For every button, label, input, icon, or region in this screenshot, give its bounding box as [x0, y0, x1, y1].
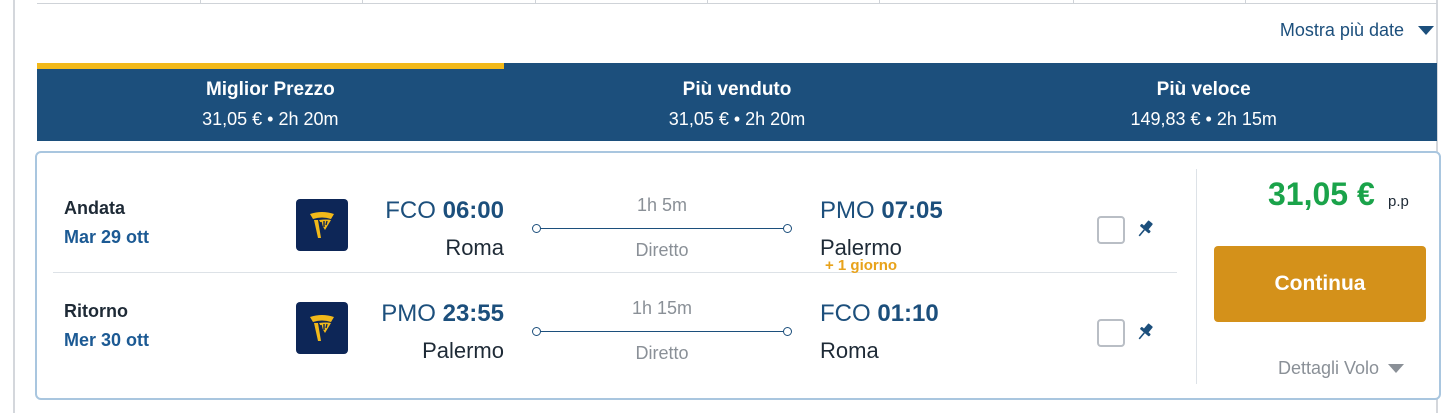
departure-city: Palermo [422, 338, 504, 363]
origin-dot [532, 327, 541, 336]
tab-subtitle: 31,05 € • 2h 20m [202, 108, 339, 129]
destination-dot [783, 224, 792, 233]
flight-details-toggle[interactable]: Dettagli Volo [1278, 358, 1405, 379]
select-flight-checkbox[interactable] [1097, 216, 1125, 244]
select-flight-checkbox[interactable] [1097, 319, 1125, 347]
stops-label: Diretto [635, 343, 689, 363]
arrival-airport-code: PMO [820, 197, 875, 224]
leg-date: Mar 29 ott [64, 227, 150, 247]
more-dates-label: Mostra più date [1279, 20, 1404, 40]
price: 31,05 € [1268, 176, 1375, 212]
route-line: 1h 15m Diretto [532, 298, 792, 368]
arrival-airport-code: FCO [820, 300, 871, 327]
tab-title: Più venduto [682, 78, 792, 100]
route-connector [536, 331, 788, 332]
departure: FCO 06:00 Roma [385, 197, 504, 261]
origin-dot [532, 224, 541, 233]
departure-time: 23:55 [442, 300, 504, 327]
tab-best-seller[interactable]: Più venduto 31,05 € • 2h 20m [504, 63, 971, 141]
left-border [13, 0, 15, 413]
chevron-down-icon [1388, 364, 1405, 373]
arrival-time: 01:10 [877, 300, 939, 327]
flight-duration: 1h 15m [631, 298, 693, 318]
date-strip-bottom [37, 0, 1437, 4]
page: Mostra più date Miglior Prezzo 31,05 € •… [0, 0, 1448, 413]
leg-divider [53, 272, 1177, 273]
arrival: PMO 07:05 Palermo [820, 197, 943, 261]
next-day-badge: + 1 giorno [825, 257, 898, 274]
airline-logo [296, 302, 348, 354]
price-unit: p.p [1388, 193, 1409, 210]
tab-title: Più veloce [1156, 78, 1251, 100]
flight-result-card: Andata Mar 29 ott FCO 06:00 Roma 1h 5m D… [35, 151, 1441, 400]
pin-icon[interactable] [1133, 217, 1157, 241]
route-connector [536, 228, 788, 229]
outbound-leg: Andata Mar 29 ott FCO 06:00 Roma 1h 5m D… [37, 171, 1197, 276]
date-separator [362, 0, 363, 4]
arrival-time: 07:05 [881, 197, 943, 224]
departure-time: 06:00 [442, 197, 504, 224]
pin-icon[interactable] [1133, 320, 1157, 344]
tab-subtitle: 149,83 € • 2h 15m [1130, 108, 1277, 129]
stops-label: Diretto [635, 240, 689, 260]
date-separator [1245, 0, 1246, 4]
date-separator [707, 0, 708, 4]
sort-tabs: Miglior Prezzo 31,05 € • 2h 20m Più vend… [37, 63, 1437, 141]
tab-subtitle: 31,05 € • 2h 20m [668, 108, 806, 129]
more-dates-link[interactable]: Mostra più date [1280, 20, 1434, 41]
return-leg: Ritorno Mer 30 ott PMO 23:55 Palermo 1h … [37, 274, 1197, 379]
leg-label: Andata [64, 198, 126, 218]
arrival: FCO 01:10 Roma [820, 300, 939, 364]
airline-logo [296, 199, 348, 251]
details-label: Dettagli Volo [1278, 358, 1380, 378]
harp-icon [310, 212, 334, 238]
date-separator [1073, 0, 1074, 4]
leg-label: Ritorno [64, 301, 128, 321]
harp-icon [310, 315, 334, 341]
date-separator [200, 0, 201, 4]
departure: PMO 23:55 Palermo [381, 300, 504, 364]
tab-title: Miglior Prezzo [205, 78, 335, 100]
tab-fastest[interactable]: Più veloce 149,83 € • 2h 15m [970, 63, 1437, 141]
destination-dot [783, 327, 792, 336]
date-separator [879, 0, 880, 4]
route-line: 1h 5m Diretto [532, 195, 792, 265]
tab-best-price[interactable]: Miglior Prezzo 31,05 € • 2h 20m [37, 63, 504, 141]
continue-button[interactable]: Continua [1214, 246, 1426, 322]
departure-city: Roma [445, 235, 504, 260]
departure-airport-code: PMO [381, 300, 436, 327]
price-divider [1196, 169, 1197, 384]
flight-duration: 1h 5m [636, 195, 688, 215]
departure-airport-code: FCO [385, 197, 436, 224]
chevron-down-icon [1418, 26, 1434, 35]
leg-date: Mer 30 ott [64, 330, 150, 350]
date-separator [535, 0, 536, 4]
arrival-city: Roma [820, 338, 879, 363]
